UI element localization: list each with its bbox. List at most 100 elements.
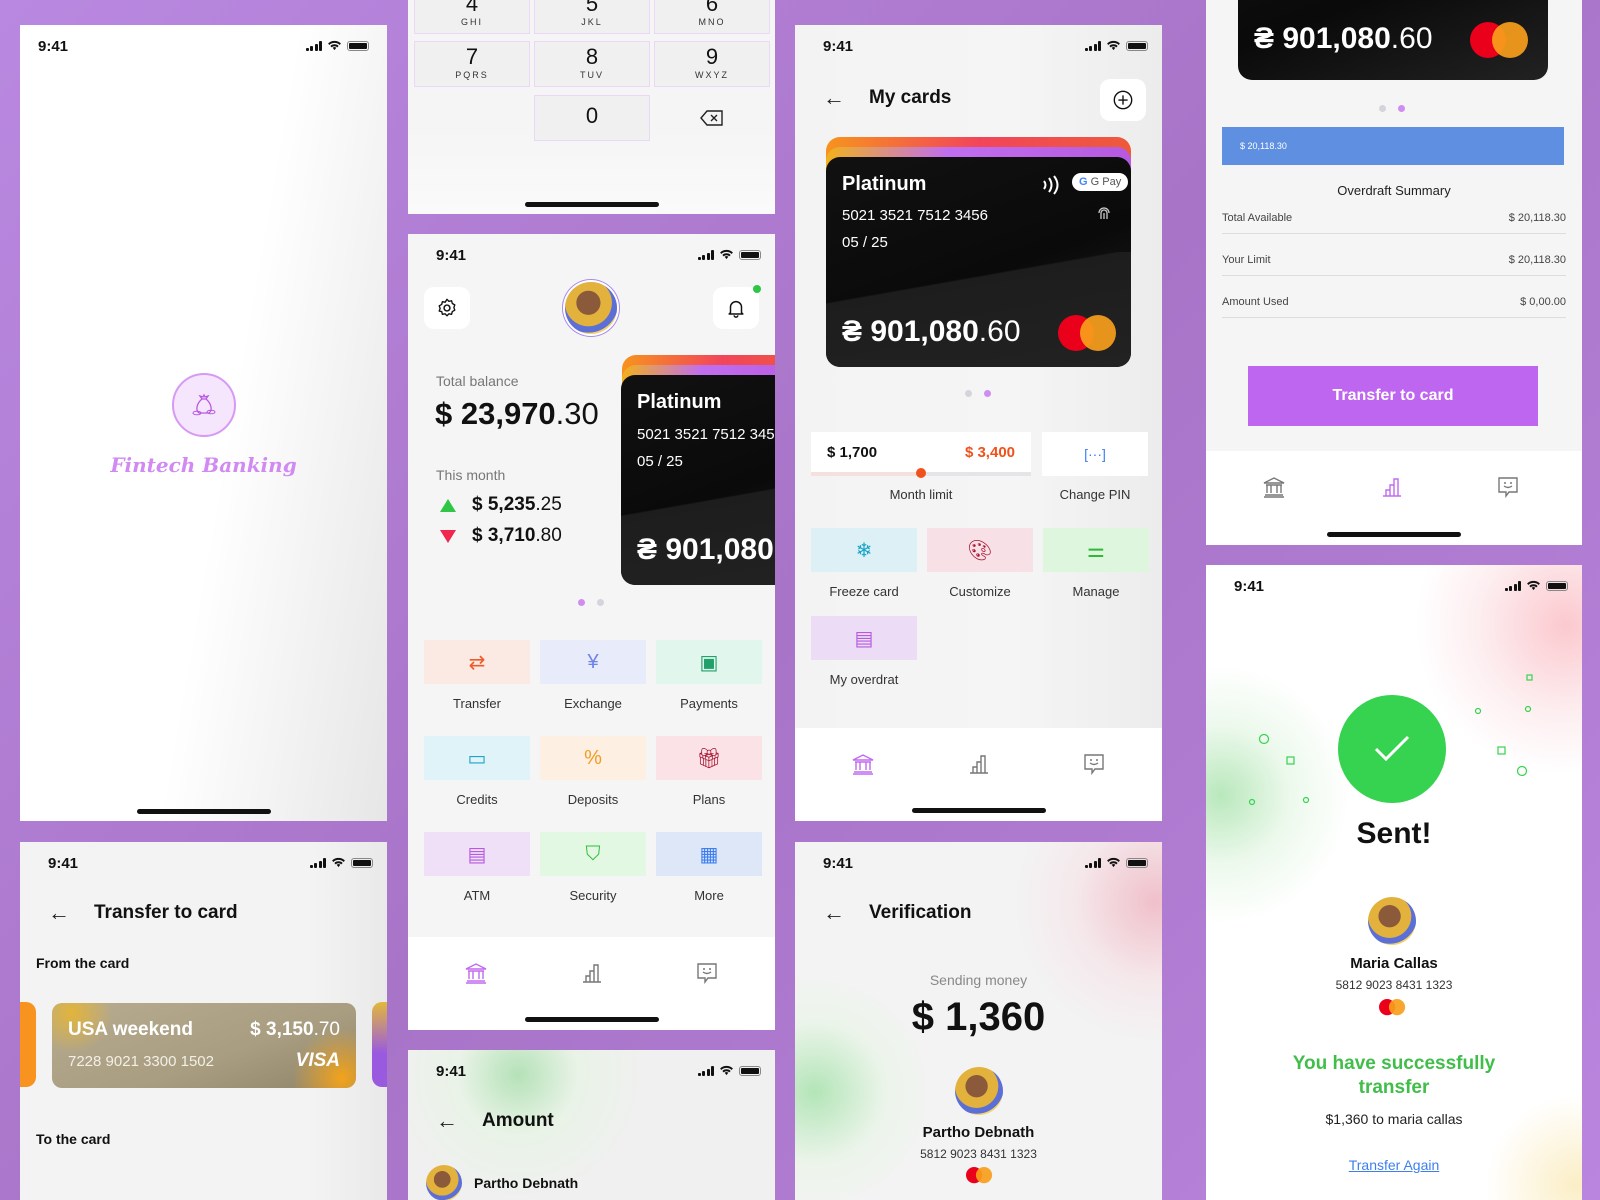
key-5[interactable]: 5 JKL <box>534 0 650 34</box>
credit-card-icon: ▭ <box>467 747 487 770</box>
grid-icon: ▦ <box>699 843 719 866</box>
add-card-button[interactable] <box>1100 79 1146 121</box>
summary-value: $ 20,118.30 <box>1508 212 1566 224</box>
key-0[interactable]: 0 <box>534 95 650 141</box>
carousel-dot[interactable] <box>578 599 585 606</box>
carousel-dot[interactable] <box>597 599 604 606</box>
recipient-avatar <box>1368 897 1416 945</box>
contactless-icon <box>1043 175 1059 195</box>
service-credits[interactable]: ▭ <box>424 736 530 780</box>
bar-chart-icon[interactable] <box>580 961 604 985</box>
limit-slider-handle[interactable] <box>916 468 926 478</box>
signal-icon <box>697 1065 714 1076</box>
settings-button[interactable] <box>424 287 470 329</box>
service-payments[interactable]: ▣ <box>656 640 762 684</box>
yen-icon: ¥ <box>587 650 599 673</box>
bar-chart-icon[interactable] <box>967 752 991 776</box>
bell-icon <box>728 300 744 318</box>
service-more[interactable]: ▦ <box>656 832 762 876</box>
page-title: Transfer to card <box>94 902 238 923</box>
service-exchange[interactable]: ¥ <box>540 640 646 684</box>
from-card[interactable]: USA weekend $ 3,150.70 7228 9021 3300 15… <box>52 1003 356 1088</box>
income-row: $ 5,235.25 <box>440 494 562 516</box>
wallet-icon: ▣ <box>699 651 719 674</box>
home-indicator <box>911 808 1046 813</box>
service-security[interactable]: ⛉ <box>540 832 646 876</box>
carousel-dot[interactable] <box>1379 105 1386 112</box>
verification-screen: 9:41 ← Verification Sending money $ 1,36… <box>795 842 1162 1200</box>
card-balance: ₴ 901,080.60 <box>1254 22 1433 55</box>
summary-title: Overdraft Summary <box>1337 183 1451 198</box>
status-icons <box>305 40 369 51</box>
overdraft-bar-amount: $ 20,118.30 <box>1240 141 1287 151</box>
platinum-card[interactable]: Platinum 5021 3521 7512 3456 05 / 25 G G… <box>826 157 1131 367</box>
action-manage[interactable]: ⚌ <box>1043 528 1149 572</box>
chat-smile-icon[interactable] <box>1082 752 1106 776</box>
home-screen: 9:41 Total balance $ 23,970.30 This mont… <box>408 234 775 1030</box>
prev-card-peek[interactable] <box>20 1002 36 1087</box>
service-label: Exchange <box>564 696 622 711</box>
total-balance: $ 23,970.30 <box>435 396 599 431</box>
action-my-overdrat[interactable]: ▤ <box>811 616 917 660</box>
transfer-arrows-icon: ⇄ <box>468 651 486 674</box>
arrow-down-icon <box>440 529 456 543</box>
key-6[interactable]: 6 MNO <box>654 0 770 34</box>
card-number: 7228 9021 3300 1502 <box>68 1053 214 1070</box>
pin-dots-icon: [···] <box>1084 446 1106 462</box>
brand-name: Fintech Banking <box>110 453 297 477</box>
profile-avatar[interactable] <box>565 282 617 334</box>
gear-icon <box>438 298 456 317</box>
action-label: My overdrat <box>829 672 899 687</box>
notifications-button[interactable] <box>713 285 761 329</box>
summary-label: Your Limit <box>1222 254 1271 266</box>
card-expiry: 05 / 25 <box>637 453 683 470</box>
key-4[interactable]: 4 GHI <box>414 0 530 34</box>
bar-chart-icon[interactable] <box>1380 475 1404 499</box>
home-card[interactable]: Platinum 5021 3521 7512 345 05 / 25 ₴ 90… <box>621 375 775 585</box>
service-transfer[interactable]: ⇄ <box>424 640 530 684</box>
service-label: Payments <box>680 696 738 711</box>
service-atm[interactable]: ▤ <box>424 832 530 876</box>
mastercard-logo <box>1470 22 1528 58</box>
back-arrow-icon[interactable]: ← <box>823 87 845 109</box>
service-deposits[interactable]: % <box>540 736 646 780</box>
back-arrow-icon[interactable]: ← <box>823 902 845 924</box>
carousel-dot[interactable] <box>1398 105 1405 112</box>
back-arrow-icon[interactable]: ← <box>48 902 70 924</box>
splash-screen: 9:41 Fintech Banking <box>20 25 387 821</box>
card-name: Platinum <box>637 391 722 413</box>
next-card-peek[interactable] <box>372 1002 387 1087</box>
key-8[interactable]: 8 TUV <box>534 41 650 87</box>
key-7[interactable]: 7 PQRS <box>414 41 530 87</box>
card-number: 5021 3521 7512 3456 <box>842 207 988 224</box>
page-title: Verification <box>869 902 972 923</box>
bank-icon[interactable] <box>464 961 488 985</box>
transfer-again-link[interactable]: Transfer Again <box>1206 1157 1582 1173</box>
chat-smile-icon[interactable] <box>1496 475 1520 499</box>
card-balance: ₴ 901,080.60 <box>842 315 1021 348</box>
overdraft-card[interactable]: ₴ 901,080.60 <box>1238 0 1548 80</box>
recipient-avatar <box>955 1067 1003 1115</box>
service-plans[interactable]: 🎁︎ <box>656 736 762 780</box>
transfer-to-card-button[interactable]: Transfer to card <box>1248 366 1538 426</box>
month-limit-widget[interactable]: $ 1,700 $ 3,400 <box>811 432 1031 478</box>
transfer-screen: 9:41 ← Transfer to card From the card US… <box>20 842 387 1200</box>
status-time: 9:41 <box>436 247 467 264</box>
action-freeze-card[interactable]: ❄ <box>811 528 917 572</box>
overdraft-bar: $ 20,118.30 <box>1222 127 1564 165</box>
carousel-dot[interactable] <box>965 390 972 397</box>
snowflake-icon: ❄ <box>855 539 873 562</box>
visa-logo: VISA <box>295 1050 340 1071</box>
action-customize[interactable]: 🎨︎ <box>927 528 1033 572</box>
change-pin-button[interactable]: [···] <box>1042 432 1148 476</box>
mastercard-logo <box>1058 315 1116 351</box>
key-9[interactable]: 9 WXYZ <box>654 41 770 87</box>
bank-icon[interactable] <box>1262 475 1286 499</box>
back-arrow-icon[interactable]: ← <box>436 1110 458 1132</box>
delete-key[interactable] <box>654 95 770 141</box>
carousel-dot[interactable] <box>984 390 991 397</box>
home-indicator <box>1327 532 1461 537</box>
mastercard-logo <box>966 1167 993 1184</box>
bank-icon[interactable] <box>851 752 875 776</box>
chat-smile-icon[interactable] <box>695 961 719 985</box>
